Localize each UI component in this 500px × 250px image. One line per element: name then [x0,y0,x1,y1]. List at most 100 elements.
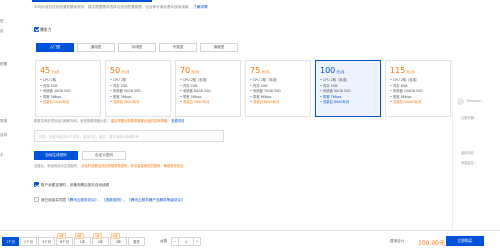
duration-option[interactable]: 7折 2年 [92,233,109,246]
side-panel-item[interactable]: 最新动态 [461,150,474,155]
card-spec-disk: •系统盘 60GB SSD [180,89,211,94]
card-spec-traffic: •流量包 500GB/月 [180,100,210,105]
quantity-stepper: − 1 + [171,237,201,246]
bandwidth-hint: 配置实例必须包含内网和外网，系统按照规格计费。 建议根据业务需求选择合适的实例规… [34,119,185,123]
discount-badge: 6折 [111,233,120,239]
discount-badge: 7折 [93,233,102,239]
card-spec-bandwidth: •带宽 8Mbps [390,94,412,99]
package-card[interactable]: 45元/月 •CPU 2核 •内存 2GB •系统盘 40GB SSD •带宽 … [35,60,101,117]
login-mode-group: 自动生成密码 自定义密码 [34,151,130,160]
card-price: 70元/月 [180,66,200,75]
card-spec-disk: •系统盘 100GB SSD [390,89,423,94]
card-spec-bandwidth: •带宽 7Mbps [320,94,342,99]
agreement-links[interactable]: 《腾讯云服务协议》、《退款规则》、《腾讯云服务器产品服务等级协议》 [66,198,185,202]
password-note: 创建后，系统将自动生成密码， 请及时查看站内信获取登录密码，并妥善保管您的密码，… [34,164,187,168]
duration-option[interactable]: 1个月 [2,237,19,246]
card-spec-traffic: •流量包 300GB/月 [110,100,140,105]
description: 平均标准包括系统通知基础服务，建议根据需求选择合适的配置套餐，包含即可满足基本使… [34,5,434,10]
discount-badge: 9折 [57,233,66,239]
card-spec-memory: •内存 8GB [390,83,408,88]
top-progress-bar [32,0,152,2]
tab-entry[interactable]: 入门型 [36,43,74,52]
card-price: 50元/月 [110,66,130,75]
hint-link[interactable]: 查看详情 [171,119,184,123]
duration-option[interactable]: 更多 [128,237,145,246]
tab-dedicated[interactable]: 专属型 [159,43,197,52]
package-card[interactable]: 70元/月 •CPU 2核（标准） •内存 4GB •系统盘 60GB SSD … [175,60,241,117]
duration-option[interactable]: 8折 1年 [74,233,91,246]
duration-option[interactable]: 3个月 [38,237,55,246]
discount-badge: 8折 [75,233,84,239]
side-panel-item[interactable]: 云服务器... [461,115,477,120]
card-spec-bandwidth: •带宽 6Mbps [250,94,272,99]
description-text: 平均标准包括系统通知基础服务，建议根据需求选择合适的配置套餐，包含即可满足基本使… [34,5,193,9]
card-spec-cpu: •CPU 2核 [40,78,57,82]
agreement-text: 我已阅读并同意《腾讯云服务协议》、《退款规则》、《腾讯云服务器产品服务等级协议》 [41,197,185,202]
quantity-decrement-button[interactable]: − [171,237,179,246]
card-price: 100元/月 [320,66,345,75]
card-spec-cpu: •CPU 2核（标准） [390,78,420,82]
card-spec-bandwidth: •带宽 3Mbps [40,94,62,99]
fee-label: 费用合计 [390,239,405,243]
card-spec-memory: •内存 2GB [110,83,128,88]
card-price: 115元/月 [390,66,415,75]
side-label-name: 名称 [0,133,8,137]
burst-label: 爆发力 [40,27,52,32]
card-spec-memory: •内存 4GB [180,83,198,88]
duration-selector: 1个月 2个月 3个月 9折 6个月 8折 1年 7折 2年 6折 3年 更多 [2,233,146,246]
card-price: 75元/月 [250,66,270,75]
description-link[interactable]: 了解详情 [193,5,207,9]
tab-storage[interactable]: 存储型 [118,43,156,52]
side-label-item: 目 [0,29,4,33]
avatar [457,98,464,105]
card-spec-cpu: •CPU 2核（标准） [320,78,350,82]
package-card-selected[interactable]: 100元/月 •CPU 2核（标准） •内存 4GB •系统盘 80GB SSD… [315,60,381,117]
package-card[interactable]: 50元/月 •CPU 2核 •内存 2GB •系统盘 50GB SSD •带宽 … [105,60,171,117]
quantity-input[interactable]: 1 [179,237,193,246]
card-spec-cpu: •CPU 2核（标准） [250,78,280,82]
card-spec-traffic: •流量包 600GB/月 [250,100,280,105]
custom-password-button[interactable]: 自定义密码 [82,151,126,160]
card-spec-cpu: •CPU 2核（标准） [180,78,210,82]
duration-option[interactable]: 9折 6个月 [56,233,73,246]
auto-renew-checkbox[interactable] [34,182,39,187]
card-spec-traffic: •流量包 200GB/月 [40,100,70,105]
tab-general[interactable]: 通用型 [77,43,115,52]
instance-name-input[interactable]: 可选，长度不超过60个字符，支持中文、英文、数字及部分特殊符号 [34,130,224,142]
duration-option[interactable]: 6折 3年 [110,233,127,246]
card-spec-traffic: •流量包 1000GB/月 [390,100,422,105]
side-label-bandwidth: 带宽 [0,119,8,123]
card-spec-memory: •内存 2GB [40,83,58,88]
buy-now-button[interactable]: 立即购买 [446,236,484,246]
card-spec-memory: •内存 4GB [250,83,268,88]
card-price: 45元/月 [40,66,60,75]
package-card[interactable]: 115元/月 •CPU 2核（标准） •内存 8GB •系统盘 100GB SS… [385,60,451,117]
card-spec-bandwidth: •带宽 5Mbps [180,94,202,99]
side-label-platform: 平 [0,153,4,157]
card-spec-bandwidth: •带宽 3Mbps [110,94,132,99]
package-cards: 45元/月 •CPU 2核 •内存 2GB •系统盘 40GB SSD •带宽 … [35,60,455,117]
fee-value: 100.00元 [418,239,445,247]
card-spec-disk: •系统盘 70GB SSD [250,89,281,94]
card-spec-disk: •系统盘 40GB SSD [40,89,71,94]
card-spec-cpu: •CPU 2核 [110,78,127,82]
right-side-panel: Renewal... 云服务器... 最新动态 资源监控... [452,60,500,240]
duration-option[interactable]: 2个月 [20,237,37,246]
quantity-label: 台数 [160,239,168,243]
auto-renew-label: 账户余额足够时，设备到期后按月自动续费 [41,182,110,187]
auto-password-button[interactable]: 自动生成密码 [34,151,78,160]
instance-type-tabs: 入门型 通用型 存储型 专属型 旗舰型 [36,43,241,52]
card-spec-disk: •系统盘 50GB SSD [110,89,141,94]
side-panel-item[interactable]: Renewal... [467,99,484,103]
side-panel-item[interactable]: 资源监控... [461,160,477,165]
card-spec-traffic: •流量包 800GB/月 [320,100,350,105]
purchase-bar: 1个月 2个月 3个月 9折 6个月 8折 1年 7折 2年 6折 3年 更多 台数 −… [0,230,500,250]
package-card[interactable]: 75元/月 •CPU 2核（标准） •内存 4GB •系统盘 70GB SSD … [245,60,311,117]
burst-checkbox[interactable] [34,26,39,32]
agree-checkbox[interactable] [34,197,39,202]
side-label-config: 配置 [0,62,8,66]
quantity-increment-button[interactable]: + [193,237,201,246]
side-label-type: 型 [0,19,4,23]
card-spec-memory: •内存 4GB [320,83,338,88]
tab-flagship[interactable]: 旗舰型 [200,43,238,52]
